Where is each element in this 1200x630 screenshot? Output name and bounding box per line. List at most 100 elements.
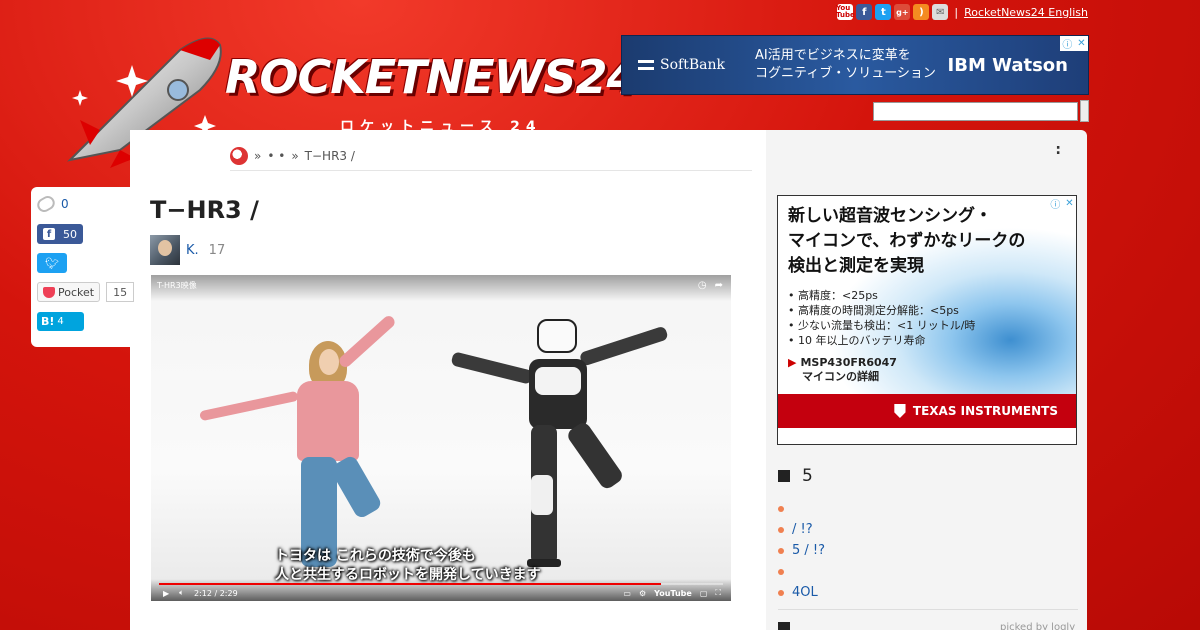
video-frame-robot [450, 351, 534, 385]
watch-later-icon[interactable]: ◷ [698, 280, 707, 291]
paperclip-icon [34, 193, 58, 215]
embedded-video[interactable]: T-HR3映像 ◷ ➦ トヨタは これらの技術で今後も 人と共生するロボットを開… [151, 275, 731, 601]
header-social-links: You Tube f t g+ ) ✉ | RocketNews24 Englis… [836, 4, 1088, 20]
sidebar-header: : [1055, 142, 1061, 158]
video-progress-bar[interactable] [159, 583, 723, 585]
home-icon[interactable] [230, 146, 248, 165]
ad-line-1: AI活用でビジネスに変革を [754, 48, 911, 63]
youtube-icon[interactable]: You Tube [836, 4, 855, 20]
breadcrumb-current: T−HR3 / [304, 148, 355, 163]
ad-product[interactable]: ▶ MSP430FR6047 マイコンの詳細 [788, 356, 897, 384]
play-icon[interactable]: ▶ [163, 589, 169, 598]
ad-headline: 新しい超音波センシング・ マイコンで、わずかなリークの 検出と測定を実現 [788, 204, 1025, 279]
facebook-share-button[interactable]: f 50 [37, 224, 83, 244]
facebook-count: 50 [63, 227, 77, 241]
heading-square-icon [778, 470, 790, 482]
video-frame-robot [537, 319, 577, 353]
share-icon[interactable]: ➦ [715, 280, 723, 291]
ad-bullet: • 高精度：<25ps [788, 289, 878, 302]
facebook-icon: f [43, 228, 55, 240]
youtube-logo[interactable]: YouTube [654, 589, 692, 598]
search-input[interactable] [873, 102, 1078, 121]
texas-logo-icon [894, 404, 906, 418]
clip-share[interactable]: 0 [34, 193, 69, 215]
googleplus-icon[interactable]: g+ [894, 4, 911, 20]
breadcrumb-category[interactable]: • • [267, 149, 285, 163]
list-item[interactable] [778, 561, 1078, 582]
settings-icon[interactable]: ⚙︎ [639, 589, 646, 598]
ad-bullets: • 高精度：<25ps • 高精度の時間測定分解能：<5ps • 少ない流量も検… [788, 288, 975, 348]
video-frame-robot [565, 420, 625, 492]
ranking-list: / !? 5 / !? 4OL [778, 498, 1078, 603]
breadcrumb-separator: » [254, 148, 262, 163]
fullscreen-icon[interactable]: ⛶ [715, 588, 721, 598]
article-title: T−HR3 / [150, 196, 259, 224]
article-panel: » • • » T−HR3 / T−HR3 / K. 17 T-HR3映像 ◷ … [130, 130, 766, 630]
search-button[interactable] [1080, 100, 1089, 122]
author-article-count: 17 [208, 242, 226, 258]
ad-bullet: • 10 年以上のバッテリ寿命 [788, 334, 926, 347]
picked-by-label: picked by logly [1000, 622, 1076, 630]
captions-icon[interactable]: ▭ [623, 589, 631, 598]
facebook-icon[interactable]: f [856, 4, 873, 20]
video-control-row: ▶ 🔈︎ 2:12 / 2:29 ▭ ⚙︎ YouTube ▢ ⛶ [163, 588, 721, 598]
ad-message: AI活用でビジネスに変革を コグニティブ・ソリューション [755, 47, 936, 83]
bullet-icon [778, 589, 784, 596]
pocket-button[interactable]: Pocket [37, 282, 101, 302]
ad-headline-line: 新しい超音波センシング・ [788, 206, 992, 226]
ad-brand: SoftBank [638, 57, 725, 73]
subtitle-line-1: トヨタは これらの技術で今後も [275, 548, 476, 564]
video-frame-figure [328, 454, 384, 520]
list-item[interactable]: 4OL [778, 582, 1078, 603]
list-item[interactable]: 5 / !? [778, 540, 1078, 561]
ad-product-name: MSP430FR6047 [800, 356, 897, 369]
author-name-link[interactable]: K. [186, 243, 199, 258]
list-item[interactable]: / !? [778, 519, 1078, 540]
video-frame-robot [535, 367, 581, 395]
english-site-link[interactable]: RocketNews24 English [964, 6, 1088, 19]
author-avatar[interactable] [150, 235, 180, 265]
rss-icon[interactable]: ) [913, 4, 930, 20]
twitter-icon[interactable]: t [875, 4, 892, 20]
video-title[interactable]: T-HR3映像 [157, 281, 197, 290]
hatena-share[interactable]: B! 4 [37, 312, 84, 331]
video-frame-figure [336, 313, 398, 370]
arrow-right-icon: ▶ [788, 356, 797, 369]
bullet-icon [778, 547, 784, 554]
video-time: 2:12 / 2:29 [193, 588, 238, 598]
pocket-icon [43, 286, 55, 298]
bullet-icon [778, 505, 784, 512]
hatena-icon: B! [41, 315, 55, 328]
ad-line-2: コグニティブ・ソリューション [754, 66, 936, 81]
tv-icon[interactable]: ▢ [700, 589, 708, 598]
breadcrumb: » • • » T−HR3 / [230, 141, 752, 171]
heading-square-icon [778, 622, 790, 630]
hatena-bookmark-button[interactable]: B! 4 [37, 312, 84, 331]
twitter-share[interactable]: 🐦︎ [37, 253, 67, 273]
article-author: K. 17 [150, 235, 225, 265]
pocket-share[interactable]: Pocket 15 [37, 282, 135, 302]
video-progress-fill [159, 583, 661, 585]
ad-product-detail: マイコンの詳細 [802, 370, 879, 383]
sidebar-ad[interactable]: 新しい超音波センシング・ マイコンで、わずかなリークの 検出と測定を実現 • 高… [777, 195, 1077, 445]
ranking-heading-text: 5 [802, 466, 813, 486]
video-frame-robot [578, 325, 669, 367]
bullet-icon [778, 568, 784, 575]
mail-icon[interactable]: ✉ [932, 4, 949, 20]
ad-bullet: • 高精度の時間測定分解能：<5ps [788, 304, 959, 317]
clip-count: 0 [61, 197, 69, 211]
adchoices-icon[interactable]: ⓘ ✕ [1048, 196, 1076, 211]
video-frame-figure [199, 390, 299, 422]
pocket-label: Pocket [58, 285, 95, 299]
ad-bullet: • 少ない流量も検出：<1 リットル/時 [788, 319, 976, 332]
list-item[interactable] [778, 498, 1078, 519]
adchoices-icon[interactable]: ⓘ ✕ [1060, 36, 1088, 51]
logo-wordmark: ROCKETNEWS24 [225, 50, 639, 104]
social-share-panel: 0 f 50 🐦︎ Pocket 15 B! 4 [31, 187, 135, 347]
top-banner-ad[interactable]: SoftBank AI活用でビジネスに変革を コグニティブ・ソリューション IB… [621, 35, 1089, 95]
volume-icon[interactable]: 🔈︎ [179, 588, 184, 598]
facebook-share[interactable]: f 50 [37, 224, 83, 244]
ranking-heading: 5 [778, 466, 813, 486]
twitter-icon: 🐦︎ [45, 256, 59, 270]
twitter-share-button[interactable]: 🐦︎ [37, 253, 67, 273]
